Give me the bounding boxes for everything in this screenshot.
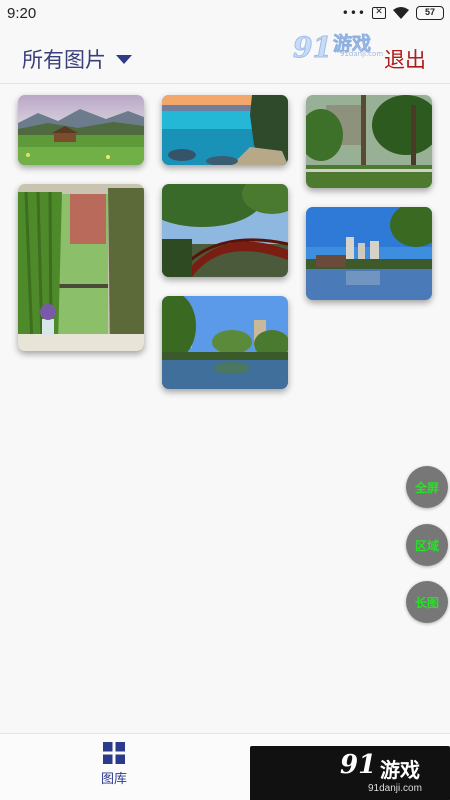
status-icons: ••• ✕ 57 bbox=[342, 6, 444, 20]
no-sim-icon: ✕ bbox=[372, 7, 386, 19]
status-time: 9:20 bbox=[7, 5, 37, 22]
watermark-url: 91danji.com bbox=[340, 50, 384, 58]
album-selector[interactable]: 所有图片 bbox=[22, 44, 132, 74]
exit-button[interactable]: 退出 bbox=[384, 44, 426, 74]
long-screenshot-button[interactable]: 长图 bbox=[406, 581, 448, 623]
album-title: 所有图片 bbox=[22, 48, 106, 72]
photo-thumbnail[interactable] bbox=[306, 95, 432, 188]
fullscreen-capture-button[interactable]: 全屏 bbox=[406, 466, 448, 508]
nav-gallery-tab[interactable]: 图库 bbox=[95, 742, 133, 787]
status-bar: 9:20 ••• ✕ 57 bbox=[0, 0, 450, 30]
nav-gallery-label: 图库 bbox=[100, 772, 127, 787]
region-capture-button[interactable]: 区域 bbox=[406, 524, 448, 566]
photo-thumbnail[interactable] bbox=[162, 184, 288, 277]
watermark-banner-number: 91 bbox=[340, 750, 377, 780]
watermark-banner-url: 91danji.com bbox=[368, 783, 422, 794]
watermark-logo: 91 游戏 bbox=[293, 24, 372, 65]
photo-thumbnail[interactable] bbox=[162, 95, 288, 165]
watermark-banner: 91 游戏 91danji.com bbox=[250, 746, 450, 800]
photo-thumbnail[interactable] bbox=[18, 95, 144, 165]
top-bar: 所有图片 91 游戏 91danji.com 退出 bbox=[0, 30, 450, 84]
grid-icon bbox=[103, 742, 125, 764]
more-dots-icon: ••• bbox=[341, 6, 366, 20]
photo-thumbnail[interactable] bbox=[162, 296, 288, 389]
battery-icon: 57 bbox=[416, 6, 444, 20]
photo-thumbnail[interactable] bbox=[18, 184, 144, 351]
photo-thumbnail[interactable] bbox=[306, 207, 432, 300]
bottom-nav: 图库 91 游戏 91danji.com bbox=[0, 733, 450, 800]
watermark-number: 91 bbox=[293, 31, 333, 65]
watermark-banner-text: 游戏 bbox=[380, 758, 420, 782]
caret-down-icon bbox=[116, 54, 132, 64]
wifi-icon bbox=[393, 7, 409, 19]
